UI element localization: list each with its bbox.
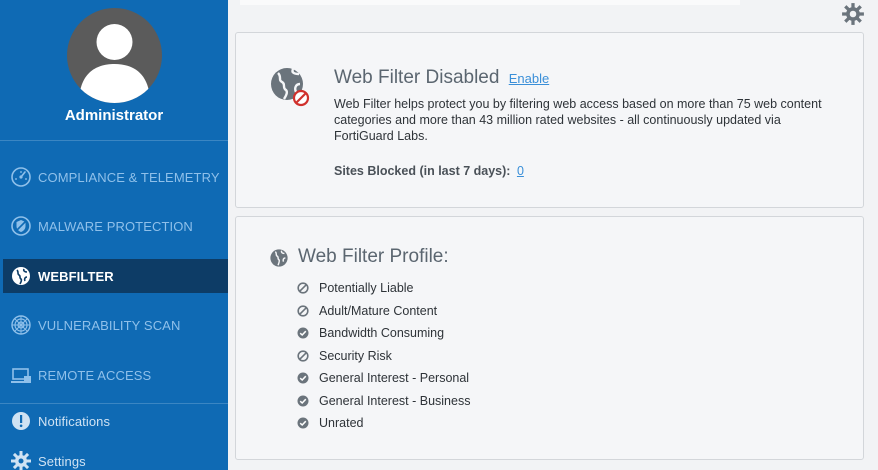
check-circle-icon	[297, 417, 309, 429]
avatar[interactable]	[67, 8, 162, 103]
category-list: Potentially Liable Adult/Mature Content …	[297, 277, 470, 435]
nav-label: VULNERABILITY SCAN	[38, 317, 181, 333]
globe-disabled-icon	[269, 66, 311, 108]
category-item: Bandwidth Consuming	[297, 322, 470, 345]
nav-label: Settings	[38, 453, 86, 469]
info-icon	[9, 409, 33, 433]
blocked-icon	[297, 305, 309, 317]
sidebar: Administrator COMPLIANCE & TELEMETRY MAL…	[0, 0, 228, 470]
webfilter-status-card: Web Filter Disabled Enable Web Filter he…	[235, 32, 864, 208]
blocked-icon	[297, 282, 309, 294]
nav-label: COMPLIANCE & TELEMETRY	[38, 169, 220, 185]
nav-label: Notifications	[38, 413, 111, 429]
category-item: Unrated	[297, 412, 470, 435]
sites-blocked-count-link[interactable]: 0	[517, 164, 524, 178]
radar-icon	[9, 313, 33, 337]
webfilter-profile-card: Web Filter Profile: Potentially Liable A…	[235, 216, 864, 460]
category-item: Potentially Liable	[297, 277, 470, 300]
category-label: Security Risk	[319, 348, 392, 363]
gauge-icon	[9, 165, 33, 189]
profile-title: Web Filter Profile:	[298, 246, 449, 267]
category-label: Adult/Mature Content	[319, 303, 438, 318]
nav-item-remote-access[interactable]: REMOTE ACCESS	[0, 358, 228, 392]
category-label: General Interest - Business	[319, 393, 471, 408]
nav-label: REMOTE ACCESS	[38, 367, 152, 383]
settings-gear-icon[interactable]	[841, 2, 865, 26]
sites-blocked-label: Sites Blocked (in last 7 days):	[334, 164, 511, 178]
category-label: Potentially Liable	[319, 281, 414, 296]
check-circle-icon	[297, 395, 309, 407]
webfilter-title-text: Web Filter Disabled	[334, 67, 500, 88]
user-name: Administrator	[64, 107, 164, 124]
enable-link[interactable]: Enable	[509, 71, 549, 86]
category-label: General Interest - Personal	[319, 371, 470, 386]
globe-profile-icon	[269, 248, 289, 268]
category-item: General Interest - Business	[297, 390, 470, 413]
category-label: Unrated	[319, 416, 364, 431]
nav-item-vulnerability-scan[interactable]: VULNERABILITY SCAN	[0, 308, 228, 342]
check-circle-icon	[297, 372, 309, 384]
nav-item-settings[interactable]: Settings	[0, 444, 228, 470]
blocked-icon	[297, 350, 309, 362]
top-strip	[240, 0, 740, 5]
nav-label: WEBFILTER	[38, 268, 114, 284]
nav-item-malware-protection[interactable]: MALWARE PROTECTION	[0, 209, 228, 243]
webfilter-description: Web Filter helps protect you by filterin…	[334, 97, 822, 143]
category-item: Security Risk	[297, 345, 470, 368]
laptop-icon	[9, 363, 33, 387]
nav-item-notifications[interactable]: Notifications	[0, 404, 228, 438]
gear-icon	[9, 449, 33, 470]
user-profile: Administrator	[0, 0, 228, 141]
sites-blocked: Sites Blocked (in last 7 days): 0	[334, 164, 524, 178]
check-circle-icon	[297, 327, 309, 339]
globe-icon	[9, 264, 33, 288]
category-label: Bandwidth Consuming	[319, 326, 445, 341]
webfilter-title: Web Filter Disabled Enable	[334, 67, 549, 89]
category-item: Adult/Mature Content	[297, 300, 470, 323]
shield-icon	[9, 214, 33, 238]
nav-item-webfilter[interactable]: WEBFILTER	[0, 259, 228, 293]
user-silhouette-icon	[79, 24, 150, 103]
nav-label: MALWARE PROTECTION	[38, 218, 193, 234]
category-item: General Interest - Personal	[297, 367, 470, 390]
nav-item-compliance[interactable]: COMPLIANCE & TELEMETRY	[0, 160, 228, 194]
